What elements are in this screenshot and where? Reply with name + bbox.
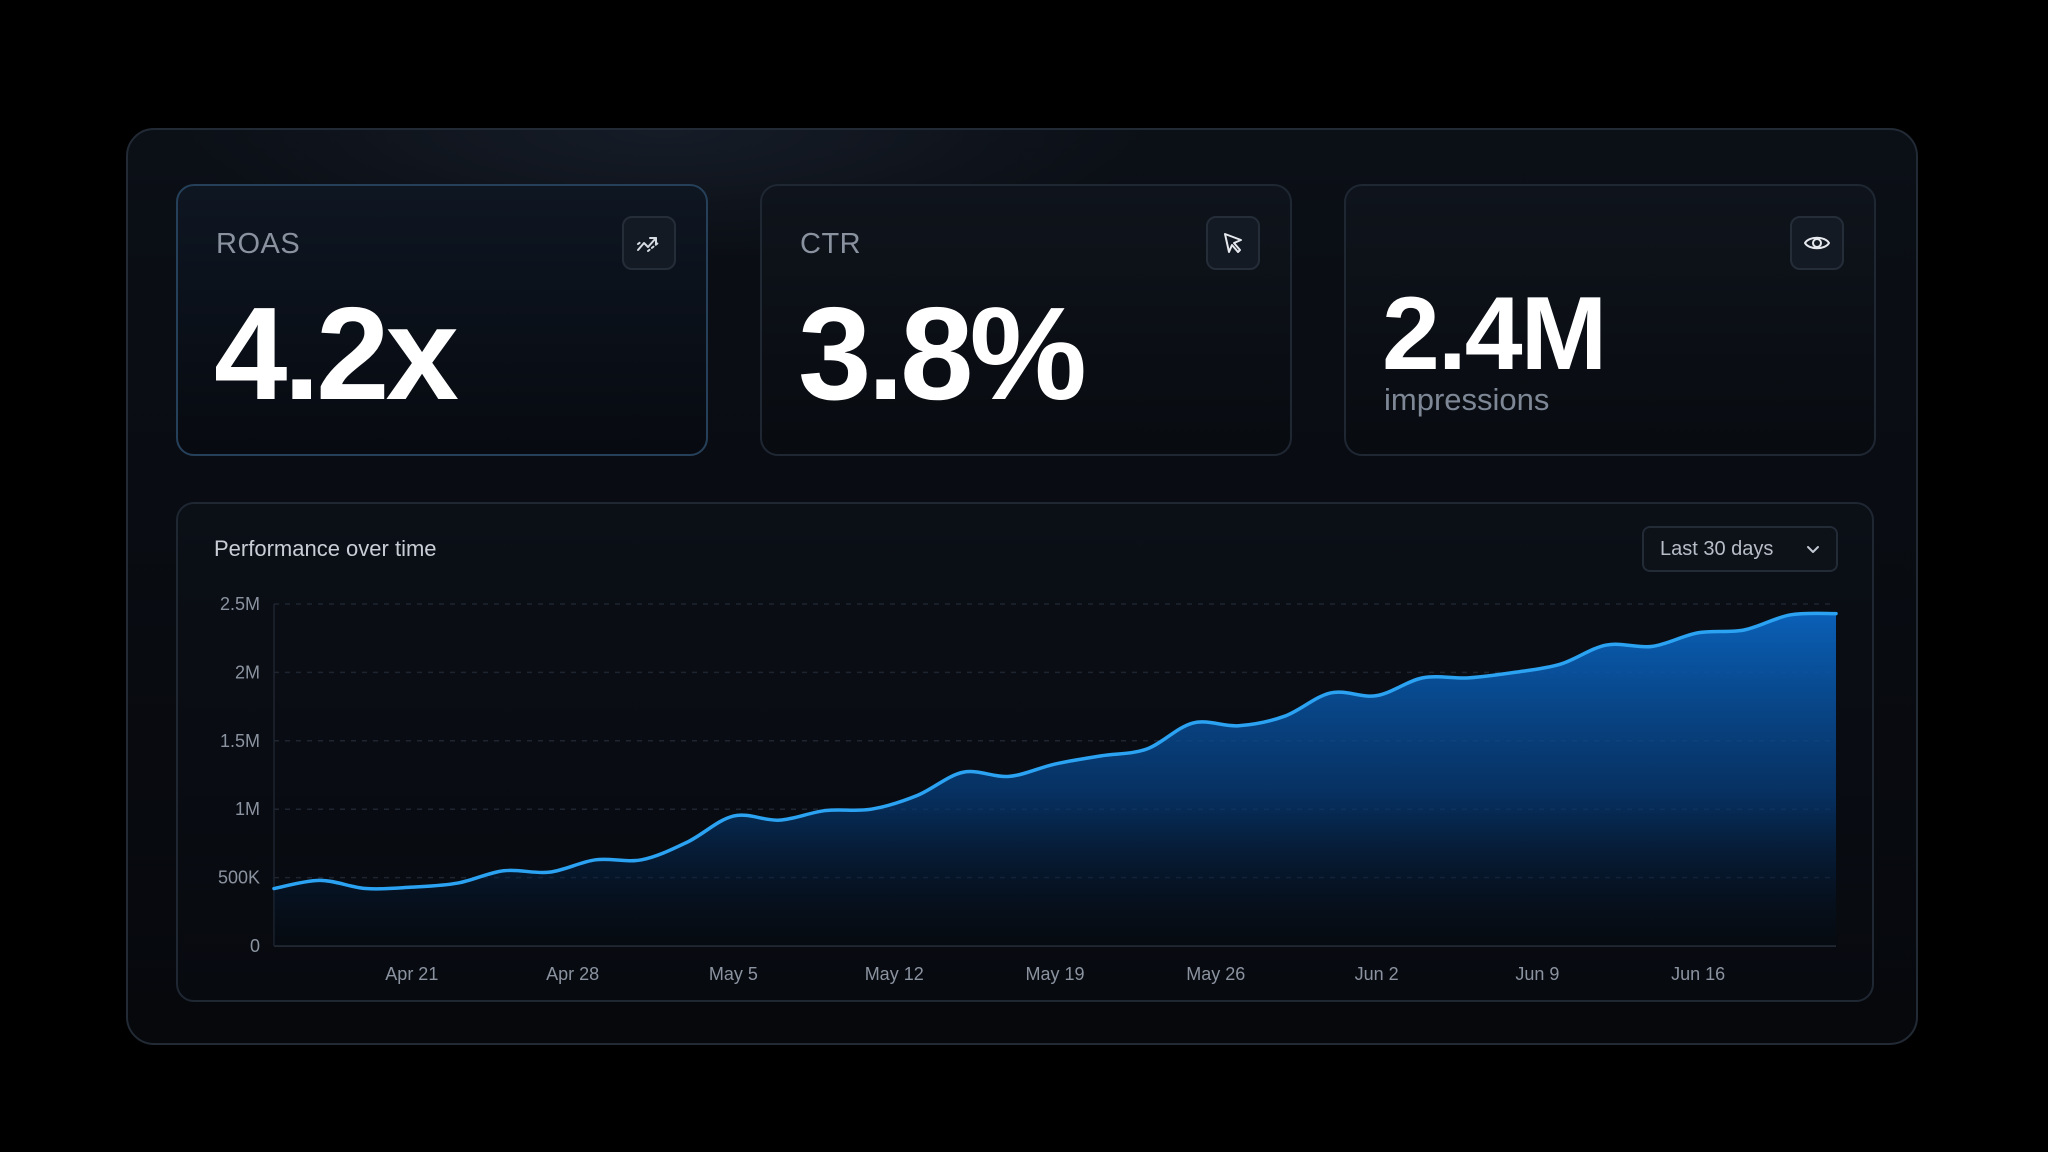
date-range-label: Last 30 days: [1660, 537, 1774, 560]
x-tick-label: Jun 2: [1355, 964, 1399, 984]
series-area-fill: [274, 613, 1836, 946]
roas-label: ROAS: [216, 228, 301, 260]
y-tick-label: 2.5M: [220, 594, 260, 614]
performance-chart-panel: 0 500K 1M 1.5M 2M 2.5M Apr 21 Apr 28 May 5 May 12…: [176, 502, 1874, 1002]
x-tick-label: Jun 9: [1515, 964, 1559, 984]
chevron-down-icon: [1807, 546, 1819, 553]
roas-value: 4.2x: [214, 280, 459, 427]
impressions-card: 2.4M impressions: [1344, 184, 1876, 456]
x-tick-label: Apr 28: [546, 964, 599, 984]
y-tick-label: 500K: [218, 868, 260, 888]
ctr-value: 3.8%: [798, 280, 1087, 427]
date-range-select[interactable]: Last 30 days: [1642, 526, 1838, 572]
chart-title: Performance over time: [214, 536, 437, 561]
trend-up-icon: [622, 216, 676, 270]
y-tick-label: 1.5M: [220, 731, 260, 751]
x-tick-label: May 26: [1186, 964, 1245, 984]
x-tick-label: May 5: [709, 964, 758, 984]
eye-icon: [1790, 216, 1844, 270]
y-tick-label: 2M: [235, 662, 260, 682]
x-tick-label: Jun 16: [1671, 964, 1725, 984]
ctr-card: CTR 3.8%: [760, 184, 1292, 456]
ctr-label: CTR: [800, 228, 862, 260]
y-tick-label: 1M: [235, 799, 260, 819]
x-tick-label: May 12: [865, 964, 924, 984]
y-tick-label: 0: [250, 936, 260, 956]
performance-chart: 0 500K 1M 1.5M 2M 2.5M Apr 21 Apr 28 May 5 May 12…: [218, 594, 1838, 984]
x-tick-label: Apr 21: [385, 964, 438, 984]
impressions-sublabel: impressions: [1384, 382, 1550, 417]
cursor-icon: [1206, 216, 1260, 270]
x-tick-label: May 19: [1025, 964, 1084, 984]
roas-card: ROAS 4.2x: [176, 184, 708, 456]
impressions-value: 2.4M: [1382, 276, 1607, 392]
dashboard-panel: ROAS 4.2x CTR 3.8% 2.4M impressions 0 50…: [126, 128, 1918, 1045]
